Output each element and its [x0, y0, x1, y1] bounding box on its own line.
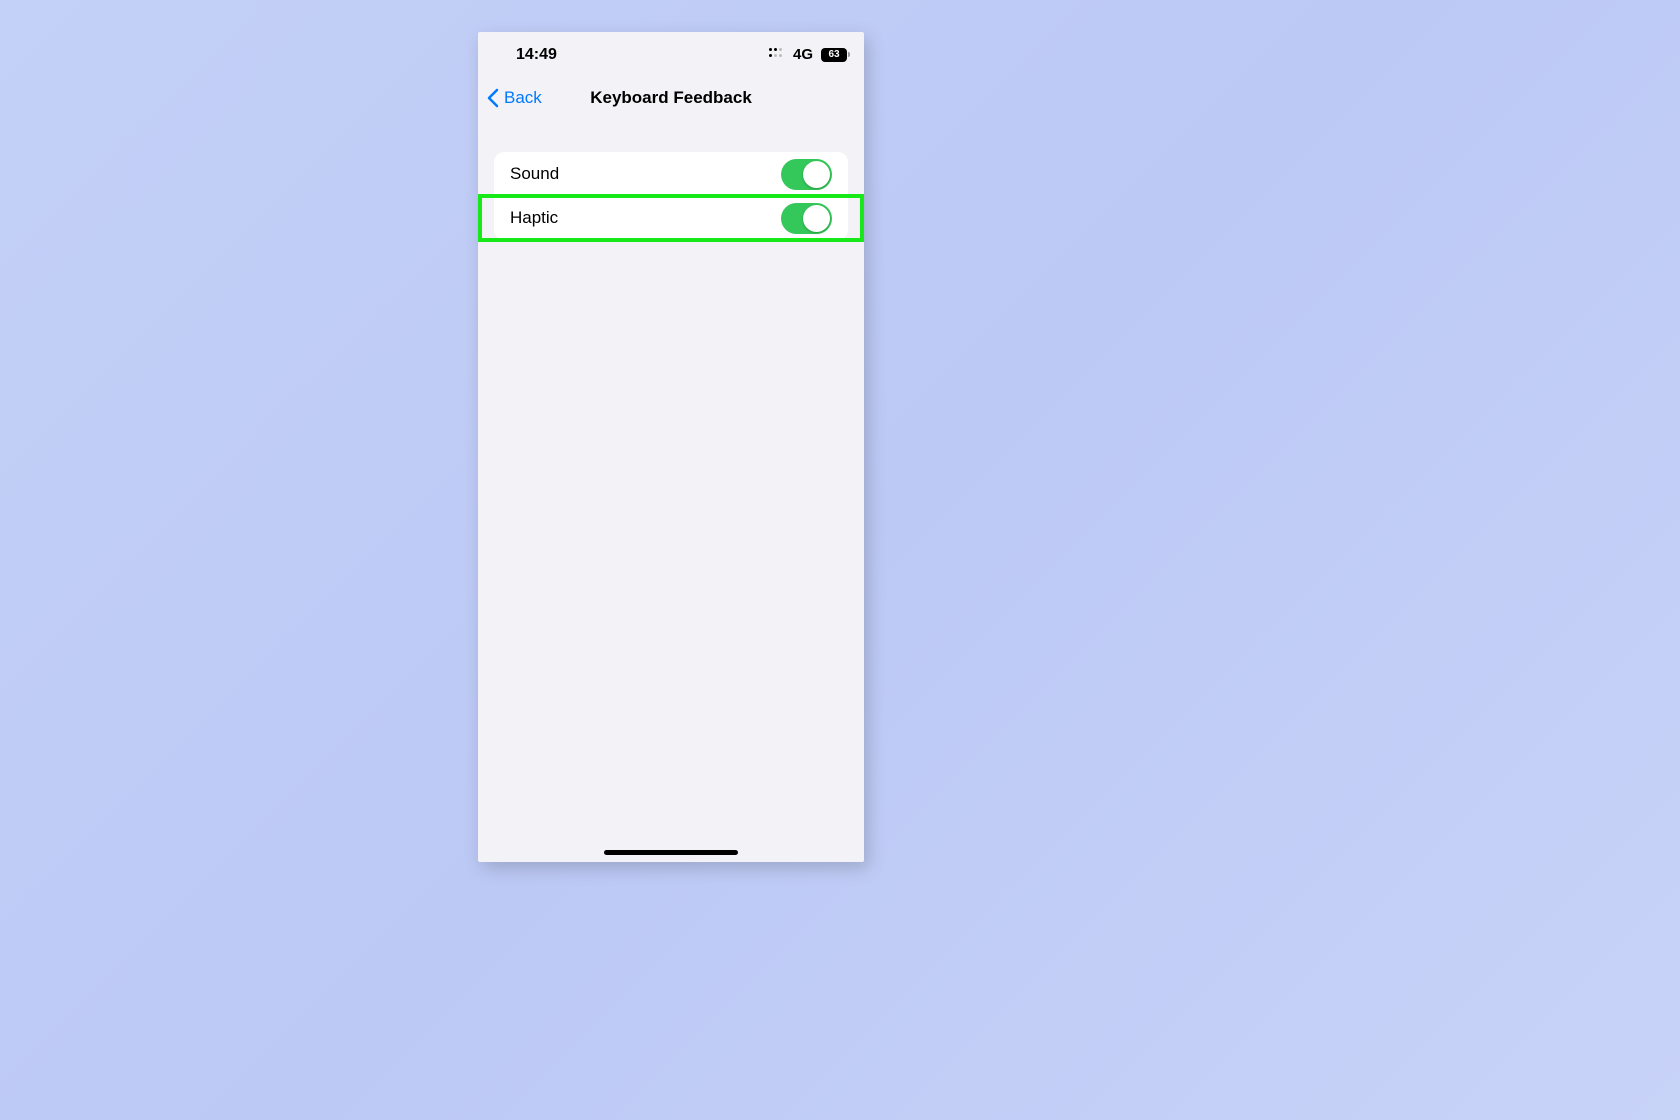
- chevron-left-icon: [486, 88, 500, 108]
- sound-toggle[interactable]: [781, 159, 832, 190]
- battery-indicator: 63: [821, 48, 850, 62]
- phone-frame: 14:49 4G 63 Back Keyboard: [478, 32, 864, 862]
- setting-row-label: Haptic: [510, 208, 558, 228]
- home-indicator[interactable]: [604, 850, 738, 855]
- back-button[interactable]: Back: [486, 76, 542, 120]
- background-stage: 14:49 4G 63 Back Keyboard: [0, 0, 1680, 1120]
- settings-list: Sound Haptic: [494, 152, 848, 240]
- back-button-label: Back: [504, 88, 542, 108]
- battery-level: 63: [821, 48, 847, 62]
- status-right-cluster: 4G 63: [769, 46, 850, 63]
- haptic-toggle[interactable]: [781, 203, 832, 234]
- setting-row-haptic: Haptic: [494, 196, 848, 240]
- setting-row-sound: Sound: [494, 152, 848, 196]
- navigation-bar: Back Keyboard Feedback: [478, 76, 864, 120]
- network-type-label: 4G: [793, 46, 813, 63]
- status-bar: 14:49 4G 63: [478, 32, 864, 76]
- setting-row-label: Sound: [510, 164, 559, 184]
- dual-sim-signal-icon: [769, 48, 787, 62]
- status-time: 14:49: [516, 46, 557, 64]
